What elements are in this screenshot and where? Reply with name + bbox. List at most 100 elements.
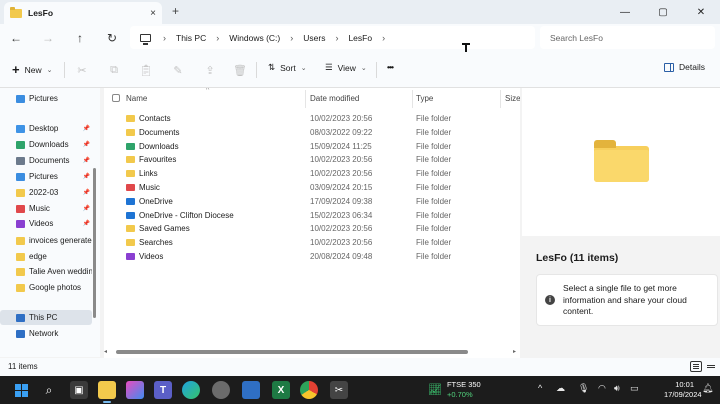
tab-close-button[interactable]: × — [150, 8, 156, 19]
breadcrumb-users[interactable]: Users — [303, 33, 325, 43]
notification-bell-icon[interactable]: 🔔︎ — [702, 383, 713, 394]
file-row[interactable]: Downloads 15/09/2024 11:25 File folder — [104, 140, 520, 154]
chrome-icon[interactable] — [300, 381, 318, 399]
file-row[interactable]: Contacts 10/02/2023 20:56 File folder — [104, 112, 520, 126]
sidebar-scroll-thumb[interactable] — [93, 168, 96, 318]
refresh-button[interactable]: ↻ — [102, 29, 122, 47]
file-row[interactable]: Documents 08/03/2022 09:22 File folder — [104, 126, 520, 140]
teams-icon[interactable]: T — [154, 381, 172, 399]
column-header-size[interactable]: Size — [505, 94, 520, 103]
sidebar-item[interactable]: Documents 📌 — [0, 153, 92, 168]
up-button[interactable]: ↑ — [70, 29, 90, 47]
microphone-icon[interactable]: 🎙︎ — [578, 383, 589, 394]
pin-icon[interactable]: 📌 — [83, 125, 90, 132]
file-row[interactable]: Searches 10/02/2023 20:56 File folder — [104, 236, 520, 250]
more-options-button[interactable]: ••• — [387, 62, 394, 72]
new-label: New — [24, 64, 42, 75]
new-tab-button[interactable]: + — [172, 4, 179, 18]
speaker-icon[interactable]: 🔊︎ — [614, 383, 620, 394]
breadcrumb-windows-c[interactable]: Windows (C:) — [229, 33, 280, 43]
search-icon[interactable]: ⌕ — [40, 381, 58, 399]
sidebar-item[interactable]: Pictures — [0, 91, 92, 106]
details-view-button[interactable] — [690, 361, 702, 372]
file-row[interactable]: Links 10/02/2023 20:56 File folder — [104, 167, 520, 181]
wifi-icon[interactable]: ◠ — [598, 383, 606, 394]
copy-icon[interactable]: ⧉ — [108, 64, 120, 76]
sidebar-item[interactable]: Pictures 📌 — [0, 169, 92, 184]
tray-overflow-icon[interactable]: ^ — [538, 383, 542, 393]
cloud-icon[interactable]: ☁ — [556, 383, 565, 394]
copilot-icon[interactable] — [126, 381, 144, 399]
column-divider[interactable] — [305, 90, 306, 108]
item-count: 11 items — [8, 362, 38, 371]
close-button[interactable]: ✕ — [682, 0, 720, 24]
view-button[interactable]: ☰ View ⌄ — [325, 62, 367, 73]
store-icon[interactable] — [242, 381, 260, 399]
column-divider[interactable] — [500, 90, 501, 108]
scroll-right-icon[interactable]: ▸ — [513, 348, 516, 355]
sidebar-scrollbar[interactable] — [93, 88, 97, 357]
file-explorer-icon[interactable] — [98, 381, 116, 403]
cut-icon[interactable]: ✂ — [76, 64, 88, 77]
sidebar-item[interactable]: Videos 📌 — [0, 216, 92, 231]
column-header-name[interactable]: Name — [126, 94, 147, 103]
sidebar-item[interactable]: edge — [0, 249, 92, 264]
pin-icon[interactable]: 📌 — [83, 189, 90, 196]
title-bar: LesFo × + — ▢ ✕ — [0, 0, 720, 24]
address-bar[interactable]: › This PC › Windows (C:) › Users › LesFo… — [130, 26, 535, 49]
pin-icon[interactable]: 📌 — [83, 157, 90, 164]
minimize-button[interactable]: — — [606, 0, 644, 24]
back-button[interactable]: ← — [6, 29, 26, 47]
file-row[interactable]: OneDrive - Clifton Diocese 15/02/2023 06:… — [104, 209, 520, 223]
sort-button[interactable]: ⇅ Sort ⌄ — [268, 62, 307, 73]
file-row[interactable]: Music 03/09/2024 20:15 File folder — [104, 181, 520, 195]
battery-icon[interactable]: ▭ — [630, 383, 639, 394]
sidebar-item[interactable]: Desktop 📌 — [0, 121, 92, 136]
new-button[interactable]: + New ⌄ — [12, 62, 52, 77]
column-header-date[interactable]: Date modified — [310, 94, 359, 103]
sidebar-item[interactable]: invoices generate — [0, 233, 92, 248]
pin-icon[interactable]: 📌 — [83, 220, 90, 227]
delete-icon[interactable]: 🗑︎ — [233, 64, 247, 77]
camera-icon[interactable] — [212, 381, 230, 399]
file-row[interactable]: OneDrive 17/09/2024 09:38 File folder — [104, 195, 520, 209]
pin-icon[interactable]: 📌 — [83, 141, 90, 148]
search-input[interactable]: Search LesFo — [540, 26, 715, 49]
file-date: 10/02/2023 20:56 — [310, 155, 373, 165]
divider — [64, 62, 65, 78]
snipping-tool-icon[interactable]: ✂ — [330, 381, 348, 399]
forward-button[interactable]: → — [38, 29, 58, 47]
tab-lesfo[interactable]: LesFo × — [4, 2, 162, 24]
select-all-checkbox[interactable] — [112, 94, 120, 102]
breadcrumb-lesfo[interactable]: LesFo — [348, 33, 372, 43]
file-row[interactable]: Favourites 10/02/2023 20:56 File folder — [104, 153, 520, 167]
maximize-button[interactable]: ▢ — [644, 0, 682, 24]
rename-icon[interactable]: ✎ — [172, 64, 184, 77]
file-row[interactable]: Videos 20/08/2024 09:48 File folder — [104, 250, 520, 264]
pin-icon[interactable]: 📌 — [83, 205, 90, 212]
clock[interactable]: 10:01 17/09/2024 — [664, 380, 702, 400]
task-view-icon[interactable]: ▣ — [70, 381, 88, 399]
sidebar-item[interactable]: Google photos — [0, 280, 92, 295]
edge-icon[interactable] — [182, 381, 200, 399]
horizontal-scrollbar[interactable] — [104, 349, 520, 355]
sidebar-item[interactable]: Downloads 📌 — [0, 137, 92, 152]
share-icon[interactable]: ⇪ — [204, 64, 216, 77]
breadcrumb-this-pc[interactable]: This PC — [176, 33, 206, 43]
details-button[interactable]: Details — [664, 62, 705, 72]
sidebar-item[interactable]: Talie Aven weddin — [0, 264, 92, 279]
file-row[interactable]: Saved Games 10/02/2023 20:56 File folder — [104, 222, 520, 236]
sidebar-item[interactable]: Network — [0, 326, 92, 341]
horizontal-scroll-thumb[interactable] — [116, 350, 468, 354]
excel-icon[interactable]: X — [272, 381, 290, 399]
paste-icon[interactable]: 📋︎ — [139, 64, 153, 77]
sidebar-item[interactable]: Music 📌 — [0, 201, 92, 216]
column-header-type[interactable]: Type — [416, 94, 433, 103]
start-button[interactable] — [12, 381, 30, 399]
sidebar-item[interactable]: 2022-03 📌 — [0, 185, 92, 200]
pin-icon[interactable]: 📌 — [83, 173, 90, 180]
tiles-view-button[interactable] — [705, 361, 717, 372]
sidebar-item[interactable]: This PC — [0, 310, 92, 325]
column-divider[interactable] — [412, 90, 413, 108]
stock-widget[interactable]: 📈︎ FTSE 350 +0.70% — [428, 380, 481, 399]
